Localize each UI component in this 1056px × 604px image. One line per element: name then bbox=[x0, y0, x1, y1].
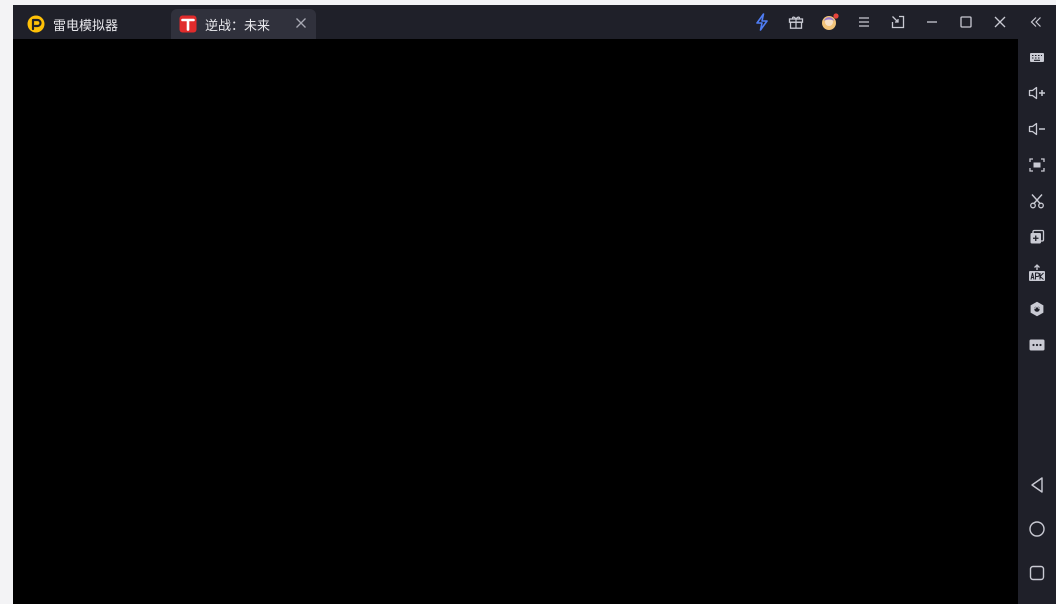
maximize-icon[interactable] bbox=[957, 13, 975, 31]
gift-box-icon[interactable] bbox=[787, 13, 805, 31]
more-icon[interactable] bbox=[1028, 336, 1046, 354]
emulator-window: 雷电模拟器 逆战：未来 bbox=[13, 5, 1056, 604]
keyboard-mapping-icon[interactable] bbox=[1028, 48, 1046, 66]
right-toolbar bbox=[1018, 39, 1056, 604]
settings-hex-icon[interactable] bbox=[1028, 300, 1046, 318]
title-bar: 雷电模拟器 逆战：未来 bbox=[13, 5, 1056, 39]
tab-game[interactable]: 逆战：未来 bbox=[171, 9, 316, 39]
home-icon[interactable] bbox=[1028, 520, 1046, 538]
collapse-sidebar-icon[interactable] bbox=[1027, 13, 1045, 31]
volume-down-icon[interactable] bbox=[1028, 120, 1046, 138]
speed-boost-icon[interactable] bbox=[753, 13, 771, 31]
menu-icon[interactable] bbox=[855, 13, 873, 31]
tab-label: 逆战：未来 bbox=[205, 18, 271, 34]
screenshot-icon[interactable] bbox=[1028, 156, 1046, 174]
user-avatar-icon[interactable] bbox=[821, 13, 839, 31]
tab-label: 雷电模拟器 bbox=[53, 18, 119, 34]
tab-close-icon[interactable] bbox=[294, 16, 308, 30]
screen-switch-icon[interactable] bbox=[889, 13, 907, 31]
ldplayer-logo-icon bbox=[27, 15, 45, 33]
android-screen[interactable] bbox=[13, 39, 1018, 604]
recents-icon[interactable] bbox=[1028, 564, 1046, 582]
install-apk-icon[interactable] bbox=[1028, 264, 1046, 282]
back-icon[interactable] bbox=[1028, 476, 1046, 494]
scissors-icon[interactable] bbox=[1028, 192, 1046, 210]
multi-instance-icon[interactable] bbox=[1028, 228, 1046, 246]
volume-up-icon[interactable] bbox=[1028, 84, 1046, 102]
minimize-icon[interactable] bbox=[923, 13, 941, 31]
game-app-icon bbox=[179, 15, 197, 33]
tab-ldplayer-home[interactable]: 雷电模拟器 bbox=[27, 9, 169, 39]
close-icon[interactable] bbox=[991, 13, 1009, 31]
